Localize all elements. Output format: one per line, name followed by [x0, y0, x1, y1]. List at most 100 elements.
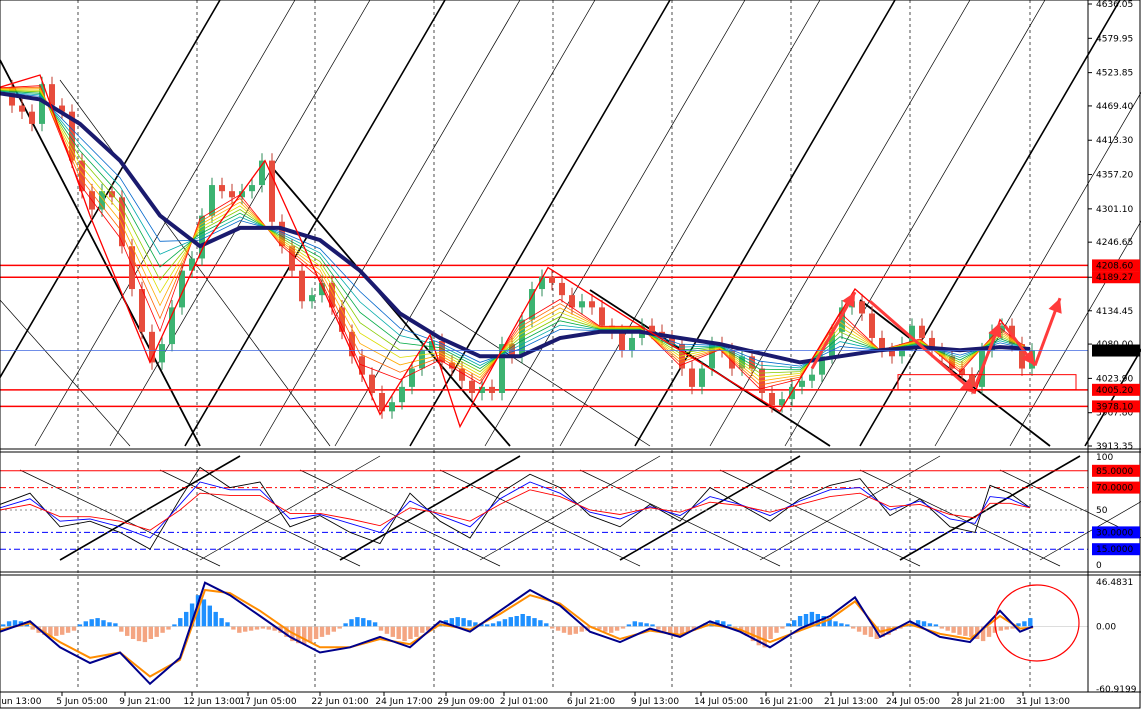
macd-bar	[384, 626, 390, 634]
candle-body	[599, 307, 605, 326]
price-tick-label: 4523.85	[1096, 69, 1133, 79]
macd-bar	[130, 626, 136, 639]
candle-body	[469, 380, 475, 394]
macd-bar	[107, 622, 112, 627]
macd-bar	[101, 620, 106, 627]
macd-bar	[603, 626, 608, 632]
macd-bar	[538, 620, 543, 627]
macd-bar	[856, 626, 862, 632]
macd-bar	[184, 611, 189, 627]
macd-bar	[851, 626, 856, 629]
time-tick-label: 24 Jul 05:00	[886, 697, 940, 707]
candle-body	[299, 270, 305, 302]
macd-bar	[172, 624, 177, 627]
time-tick-label: 16 Jul 21:00	[759, 697, 813, 707]
macd-bar	[83, 621, 88, 627]
macd-bar	[89, 619, 94, 627]
rsi-tick-label: 100	[1096, 453, 1113, 463]
time-tick-label: 29 Jun 09:00	[437, 697, 494, 707]
macd-bar	[514, 616, 519, 627]
time-tick-label: 5 Jun 05:00	[56, 697, 108, 707]
time-tick-label: 24 Jun 17:00	[375, 697, 432, 707]
macd-bar	[65, 626, 71, 633]
candle-body	[309, 295, 315, 302]
rsi-tick-label: 30.0000	[1096, 528, 1133, 538]
macd-bar	[632, 621, 637, 627]
macd-bar	[532, 618, 537, 627]
macd-bar	[325, 626, 331, 635]
macd-bar	[638, 622, 643, 627]
macd-tick-label: 0.00	[1096, 622, 1116, 632]
macd-bar	[160, 626, 165, 633]
macd-bar	[396, 626, 401, 639]
macd-bar	[367, 620, 372, 627]
macd-bar	[343, 623, 348, 627]
macd-bar	[402, 626, 407, 642]
macd-bar	[555, 626, 561, 631]
macd-bar	[774, 626, 779, 633]
macd-bar	[579, 626, 584, 632]
macd-bar	[207, 605, 212, 627]
candle-body	[579, 301, 585, 308]
macd-bar	[248, 626, 254, 631]
candle-body	[799, 380, 805, 387]
candle-body	[189, 258, 195, 271]
time-tick-label: 17 Jun 05:00	[239, 697, 296, 707]
macd-bar	[567, 626, 573, 635]
macd-bar	[927, 623, 933, 627]
candle-body	[769, 393, 775, 406]
trading-chart[interactable]: 4636.05 4579.95 4523.85 4469.40 4413.30 4357.…	[0, 0, 1141, 709]
candle-body	[369, 374, 375, 394]
level-tag-label: 3978.10	[1096, 402, 1133, 412]
macd-bar	[166, 626, 171, 630]
rsi-tick-label: 0	[1096, 561, 1102, 571]
candle-body	[29, 111, 35, 124]
candle-body	[269, 160, 275, 222]
macd-bar	[6, 621, 12, 627]
macd-bar	[243, 626, 248, 632]
macd-bar	[609, 626, 614, 633]
macd-bar	[526, 616, 531, 627]
macd-bar	[650, 624, 655, 627]
macd-bar	[260, 626, 266, 629]
macd-bar	[963, 626, 968, 636]
macd-bar	[945, 626, 950, 631]
macd-bar	[833, 621, 838, 627]
macd-bar	[786, 623, 791, 627]
macd-bar	[148, 626, 153, 639]
rsi-tick-label: 50	[1096, 506, 1108, 516]
macd-bar	[420, 626, 425, 633]
candle-body	[229, 191, 235, 198]
candle-body	[589, 301, 595, 308]
macd-bar	[626, 624, 632, 627]
macd-bar	[862, 626, 868, 635]
candle-body	[629, 337, 635, 351]
macd-bar	[337, 626, 342, 629]
current-price-label: 4069.47	[1096, 347, 1133, 357]
candle-body	[809, 374, 815, 381]
macd-bar	[142, 626, 148, 643]
macd-bar	[839, 623, 844, 627]
macd-bar	[119, 626, 124, 632]
macd-tick-label: -60.9199	[1096, 685, 1137, 695]
candle-body	[569, 295, 575, 308]
macd-bar	[60, 626, 65, 635]
macd-bar	[933, 624, 939, 627]
candle-body	[409, 368, 415, 387]
level-tag-label: 4005.20	[1096, 386, 1133, 396]
candle-body	[559, 282, 565, 296]
candle-body	[919, 325, 925, 338]
macd-bar	[508, 617, 513, 627]
macd-bar	[939, 626, 944, 629]
macd-bar	[54, 626, 59, 636]
macd-bar	[561, 626, 567, 633]
macd-bar	[372, 622, 378, 627]
price-tick-label: 4469.40	[1096, 102, 1133, 112]
time-tick-label: 31 Jul 13:00	[1016, 697, 1070, 707]
macd-bar	[485, 624, 490, 627]
candle-body	[699, 368, 705, 387]
rsi-tick-label: 85.0000	[1096, 467, 1133, 477]
macd-bar	[408, 626, 413, 639]
candle-body	[619, 331, 625, 351]
macd-bar	[378, 626, 384, 631]
